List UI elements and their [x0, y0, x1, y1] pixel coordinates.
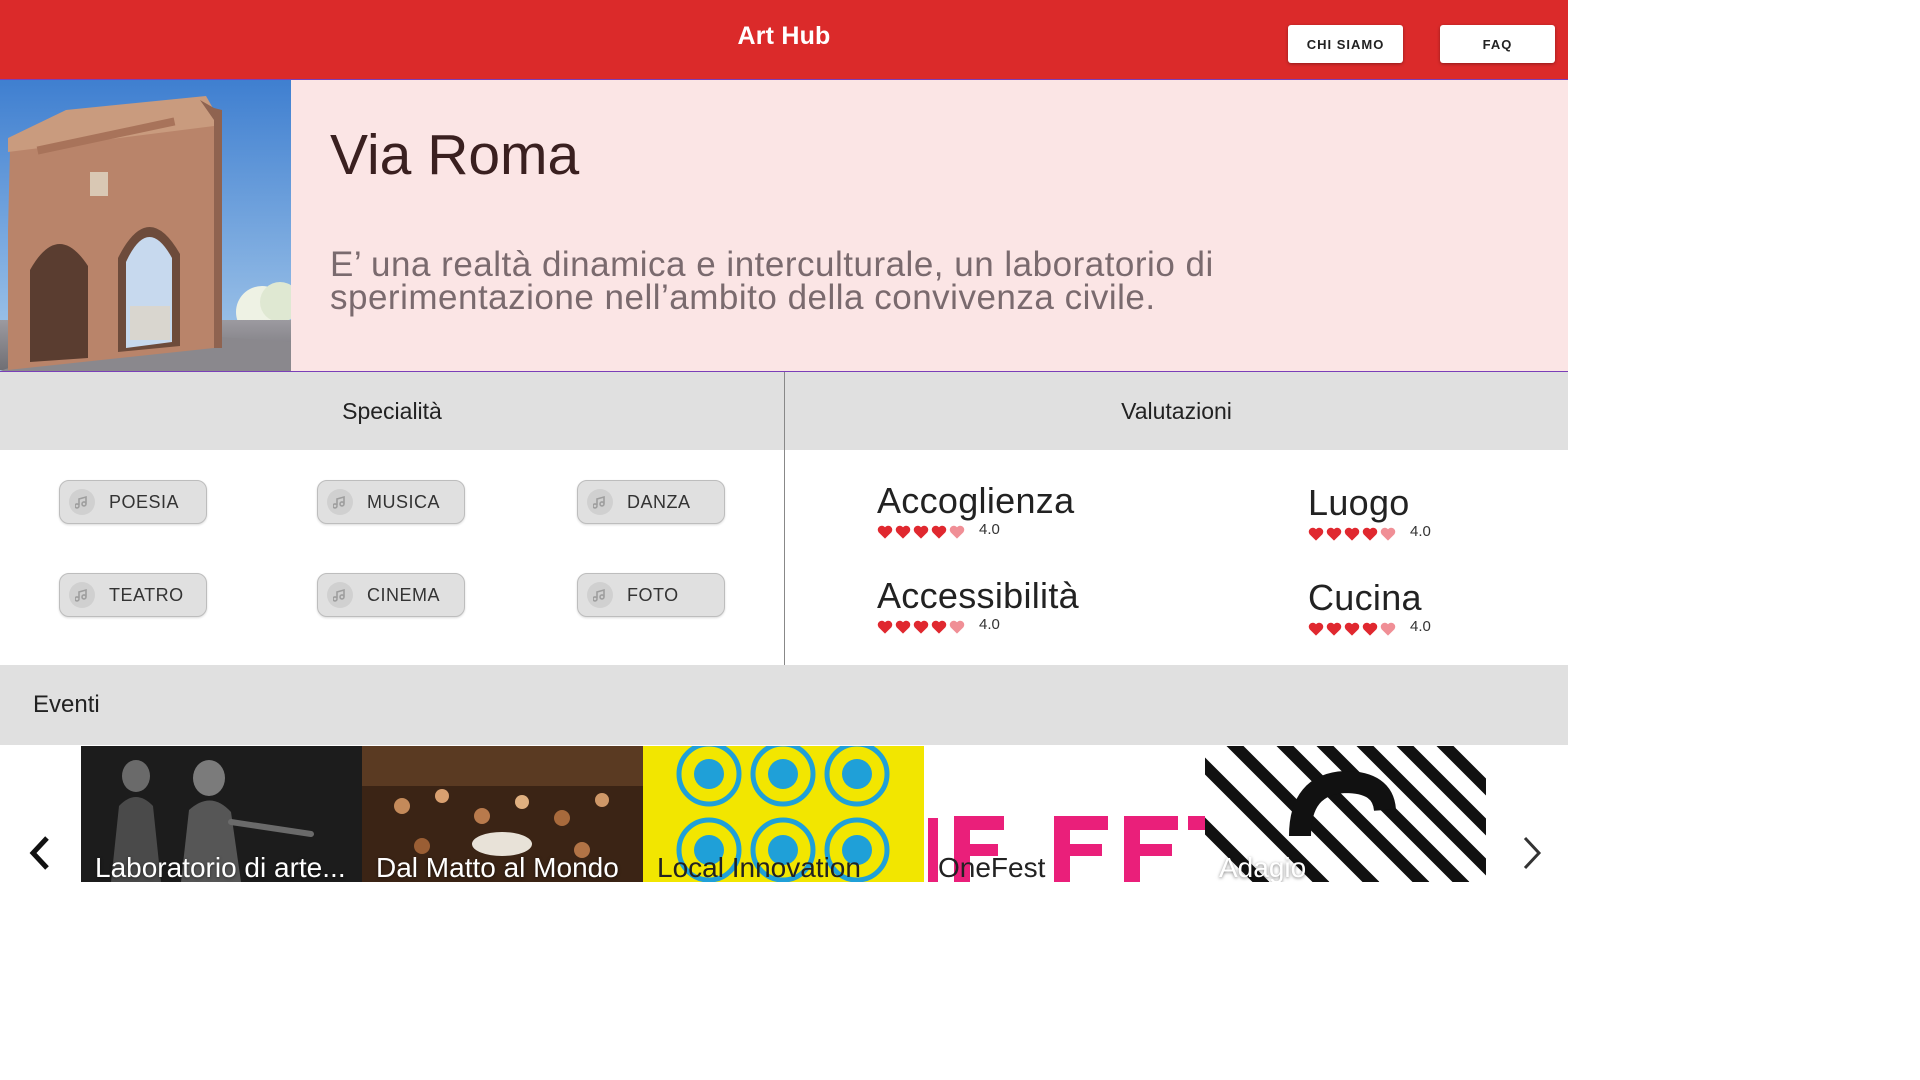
chip-label: CINEMA: [367, 584, 441, 605]
event-title: Adagio: [1219, 852, 1307, 882]
rating-name: Accessibilità: [877, 575, 1079, 616]
chip-musica[interactable]: MUSICA: [317, 480, 465, 524]
music-note-icon: [69, 582, 95, 608]
faq-button[interactable]: FAQ: [1440, 25, 1555, 63]
event-title: Local Innovation: [657, 852, 861, 882]
rating-value: 4.0: [979, 520, 1000, 538]
events-carousel: Laboratorio di arte... Dal Matto al Mond…: [0, 746, 1568, 882]
chip-danza[interactable]: DANZA: [577, 480, 725, 524]
chip-label: TEATRO: [109, 584, 184, 605]
heart-full-icon: [1308, 527, 1324, 541]
heart-empty-icon: [1380, 527, 1396, 541]
section-divider: [784, 372, 785, 665]
music-note-icon: [327, 489, 353, 515]
venue-hero: Via Roma E’ una realtà dinamica e interc…: [0, 80, 1568, 372]
heart-full-icon: [913, 620, 929, 634]
specialita-header: Specialità: [0, 372, 784, 450]
chip-cinema[interactable]: CINEMA: [317, 573, 465, 617]
event-title: Dal Matto al Mondo: [376, 852, 619, 882]
heart-full-icon: [913, 525, 929, 539]
heart-full-icon: [1362, 527, 1378, 541]
rating-luogo: Luogo 4.0: [1308, 482, 1431, 542]
heart-empty-icon: [949, 620, 965, 634]
valutazioni-header: Valutazioni: [785, 372, 1568, 450]
heart-full-icon: [895, 525, 911, 539]
heart-empty-icon: [949, 525, 965, 539]
heart-full-icon: [1362, 622, 1378, 636]
heart-rating: [877, 524, 965, 540]
heart-rating: [1308, 526, 1396, 542]
rating-value: 4.0: [1410, 522, 1431, 540]
venue-name: Via Roma: [330, 123, 580, 187]
chip-teatro[interactable]: TEATRO: [59, 573, 207, 617]
event-card-adagio[interactable]: Adagio: [1205, 746, 1486, 882]
heart-rating: [877, 619, 965, 635]
rating-accessibilita: Accessibilità 4.0: [877, 575, 1079, 635]
venue-description: E’ una realtà dinamica e interculturale,…: [330, 245, 1214, 317]
chevron-left-icon: [29, 836, 49, 870]
rating-name: Accoglienza: [877, 480, 1075, 521]
chip-label: FOTO: [627, 584, 679, 605]
event-card-laboratorio[interactable]: Laboratorio di arte...: [81, 746, 362, 882]
rating-value: 4.0: [979, 615, 1000, 633]
heart-full-icon: [877, 525, 893, 539]
event-card-onefest[interactable]: OneFest: [924, 746, 1205, 882]
heart-full-icon: [1308, 622, 1324, 636]
heart-full-icon: [1326, 622, 1342, 636]
rating-value: 4.0: [1410, 617, 1431, 635]
rating-cucina: Cucina 4.0: [1308, 577, 1431, 637]
venue-photo: [0, 80, 291, 371]
heart-full-icon: [895, 620, 911, 634]
chevron-right-icon: [1523, 836, 1542, 870]
heart-full-icon: [931, 525, 947, 539]
chip-label: POESIA: [109, 491, 180, 512]
chip-foto[interactable]: FOTO: [577, 573, 725, 617]
event-title: Laboratorio di arte...: [95, 852, 346, 882]
eventi-header: Eventi: [0, 665, 1568, 745]
heart-full-icon: [931, 620, 947, 634]
heart-full-icon: [1326, 527, 1342, 541]
music-note-icon: [69, 489, 95, 515]
music-note-icon: [587, 582, 613, 608]
chip-label: DANZA: [627, 491, 691, 512]
heart-empty-icon: [1380, 622, 1396, 636]
event-title: OneFest: [938, 852, 1046, 882]
carousel-prev-button[interactable]: [20, 830, 60, 876]
heart-full-icon: [877, 620, 893, 634]
rating-name: Luogo: [1308, 482, 1410, 523]
heart-rating: [1308, 621, 1396, 637]
chip-poesia[interactable]: POESIA: [59, 480, 207, 524]
carousel-next-button[interactable]: [1512, 830, 1552, 876]
rating-accoglienza: Accoglienza 4.0: [877, 480, 1074, 540]
heart-full-icon: [1344, 527, 1360, 541]
heart-full-icon: [1344, 622, 1360, 636]
chi-siamo-button[interactable]: CHI SIAMO: [1288, 25, 1403, 63]
music-note-icon: [587, 489, 613, 515]
chip-label: MUSICA: [367, 491, 441, 512]
rating-name: Cucina: [1308, 577, 1422, 618]
event-card-dal-matto[interactable]: Dal Matto al Mondo: [362, 746, 643, 882]
app-header: Art Hub CHI SIAMO FAQ: [0, 0, 1568, 80]
music-note-icon: [327, 582, 353, 608]
event-card-local-innovation[interactable]: Local Innovation: [643, 746, 924, 882]
eventi-title: Eventi: [33, 691, 100, 718]
